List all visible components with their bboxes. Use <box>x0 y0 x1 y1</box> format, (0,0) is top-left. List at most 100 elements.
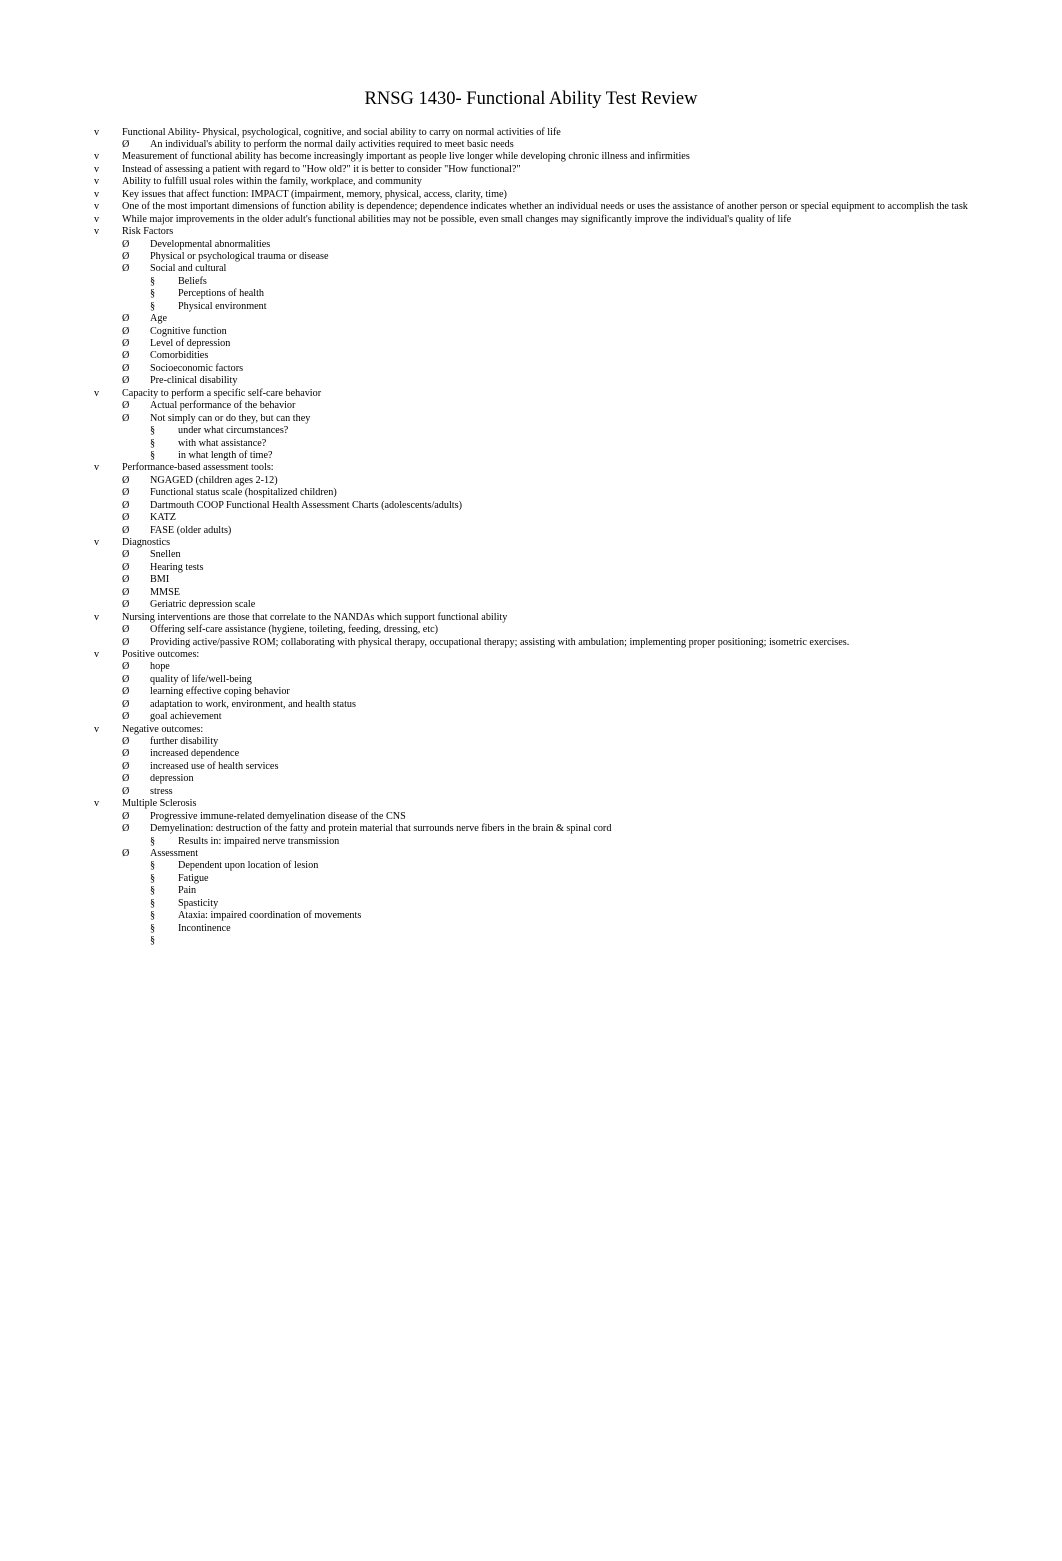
bullet-lvl1: Ø <box>122 549 150 561</box>
outline-list-lvl1: Øadaptation to work, environment, and he… <box>94 699 968 711</box>
bullet-lvl2: § <box>150 910 178 922</box>
bullet-lvl1: Ø <box>122 587 150 599</box>
outline-item: ØSocioeconomic factors <box>94 363 968 375</box>
bullet-lvl1: Ø <box>122 711 150 723</box>
bullet-lvl2: § <box>150 836 178 848</box>
outline-list-lvl0: vNegative outcomes: <box>94 724 968 736</box>
outline-list-lvl1: Ødepression <box>94 773 968 785</box>
outline-item: §Incontinence <box>94 923 968 935</box>
outline-item: ØAn individual's ability to perform the … <box>94 139 968 151</box>
outline-text: Comorbidities <box>150 350 208 361</box>
outline-list-lvl1: Ølearning effective coping behavior <box>94 686 968 698</box>
outline-item: §with what assistance? <box>94 438 968 450</box>
outline-item: ØProviding active/passive ROM; collabora… <box>94 637 968 649</box>
outline-item: ØBMI <box>94 574 968 586</box>
outline-text: Providing active/passive ROM; collaborat… <box>150 637 849 648</box>
outline-text: Beliefs <box>178 276 207 287</box>
bullet-lvl1: Ø <box>122 786 150 798</box>
bullet-lvl1: Ø <box>122 686 150 698</box>
outline-text: Snellen <box>150 549 181 560</box>
outline-list-lvl2: §Pain <box>94 885 968 897</box>
outline-list-lvl2: §Perceptions of health <box>94 288 968 300</box>
outline-list-lvl2: §Dependent upon location of lesion <box>94 860 968 872</box>
outline-text: Dartmouth COOP Functional Health Assessm… <box>150 500 462 511</box>
outline-text: adaptation to work, environment, and hea… <box>150 699 356 710</box>
outline-text: Spasticity <box>178 898 218 909</box>
bullet-lvl0: v <box>94 612 122 624</box>
outline-list-lvl1: Øquality of life/well-being <box>94 674 968 686</box>
outline-list-lvl1: Øincreased use of health services <box>94 761 968 773</box>
outline-item: ØDevelopmental abnormalities <box>94 239 968 251</box>
bullet-lvl1: Ø <box>122 263 150 275</box>
outline-text: Actual performance of the behavior <box>150 400 295 411</box>
outline-item: Øincreased dependence <box>94 748 968 760</box>
outline-list-lvl2: §Spasticity <box>94 898 968 910</box>
outline-list-lvl1: Østress <box>94 786 968 798</box>
bullet-lvl1: Ø <box>122 512 150 524</box>
outline-item: ØFunctional status scale (hospitalized c… <box>94 487 968 499</box>
outline-list-lvl1: ØKATZ <box>94 512 968 524</box>
outline-item: vMeasurement of functional ability has b… <box>94 151 968 163</box>
bullet-lvl1: Ø <box>122 400 150 412</box>
bullet-lvl1: Ø <box>122 599 150 611</box>
outline-item: vNegative outcomes: <box>94 724 968 736</box>
outline-text: Pain <box>178 885 196 896</box>
outline-text: Developmental abnormalities <box>150 239 270 250</box>
bullet-lvl1: Ø <box>122 811 150 823</box>
outline-list-lvl2: §Incontinence <box>94 923 968 935</box>
bullet-lvl2: § <box>150 898 178 910</box>
bullet-lvl0: v <box>94 388 122 400</box>
outline-item: ØAge <box>94 313 968 325</box>
outline-text: Fatigue <box>178 873 209 884</box>
bullet-lvl1: Ø <box>122 562 150 574</box>
outline-list-lvl0: vPerformance-based assessment tools: <box>94 462 968 474</box>
outline-item: ØMMSE <box>94 587 968 599</box>
outline-list-lvl1: ØNot simply can or do they, but can they <box>94 413 968 425</box>
outline-text: Nursing interventions are those that cor… <box>122 612 507 623</box>
bullet-lvl0: v <box>94 537 122 549</box>
bullet-lvl1: Ø <box>122 823 150 835</box>
outline-text: Measurement of functional ability has be… <box>122 151 690 162</box>
outline-text: Key issues that affect function: IMPACT … <box>122 189 507 200</box>
bullet-lvl2: § <box>150 885 178 897</box>
bullet-lvl1: Ø <box>122 338 150 350</box>
bullet-lvl1: Ø <box>122 326 150 338</box>
bullet-lvl0: v <box>94 164 122 176</box>
outline-item: ØGeriatric depression scale <box>94 599 968 611</box>
outline-text: Functional status scale (hospitalized ch… <box>150 487 337 498</box>
bullet-lvl0: v <box>94 462 122 474</box>
outline-text: Age <box>150 313 167 324</box>
outline-item: vNursing interventions are those that co… <box>94 612 968 624</box>
outline-list-lvl1: Øfurther disability <box>94 736 968 748</box>
outline-list-lvl2: §Physical environment <box>94 301 968 313</box>
outline-text: Positive outcomes: <box>122 649 199 660</box>
outline-list-lvl1: ØProgressive immune-related demyelinatio… <box>94 811 968 823</box>
bullet-lvl2: § <box>150 425 178 437</box>
outline-item: §Ataxia: impaired coordination of moveme… <box>94 910 968 922</box>
outline-item: Øhope <box>94 661 968 673</box>
outline-list-lvl2: §Beliefs <box>94 276 968 288</box>
outline-text: in what length of time? <box>178 450 273 461</box>
outline-text: increased dependence <box>150 748 239 759</box>
outline-text: goal achievement <box>150 711 222 722</box>
outline-list-lvl1: ØPre-clinical disability <box>94 375 968 387</box>
outline-item: vInstead of assessing a patient with reg… <box>94 164 968 176</box>
bullet-lvl1: Ø <box>122 637 150 649</box>
outline-text: Diagnostics <box>122 537 170 548</box>
bullet-lvl2: § <box>150 450 178 462</box>
outline-text: Multiple Sclerosis <box>122 798 196 809</box>
outline-list-lvl1: Øgoal achievement <box>94 711 968 723</box>
outline-text: stress <box>150 786 173 797</box>
outline-item: Øadaptation to work, environment, and he… <box>94 699 968 711</box>
outline-text: Offering self-care assistance (hygiene, … <box>150 624 438 635</box>
outline-list-lvl1: ØAn individual's ability to perform the … <box>94 139 968 151</box>
outline-list-lvl1: ØProviding active/passive ROM; collabora… <box>94 637 968 649</box>
outline-text: Perceptions of health <box>178 288 264 299</box>
outline-list-lvl1: ØComorbidities <box>94 350 968 362</box>
bullet-lvl1: Ø <box>122 748 150 760</box>
outline-text: KATZ <box>150 512 176 523</box>
outline-text: Cognitive function <box>150 326 227 337</box>
bullet-lvl1: Ø <box>122 350 150 362</box>
outline-text: Assessment <box>150 848 198 859</box>
outline-text: Capacity to perform a specific self-care… <box>122 388 321 399</box>
